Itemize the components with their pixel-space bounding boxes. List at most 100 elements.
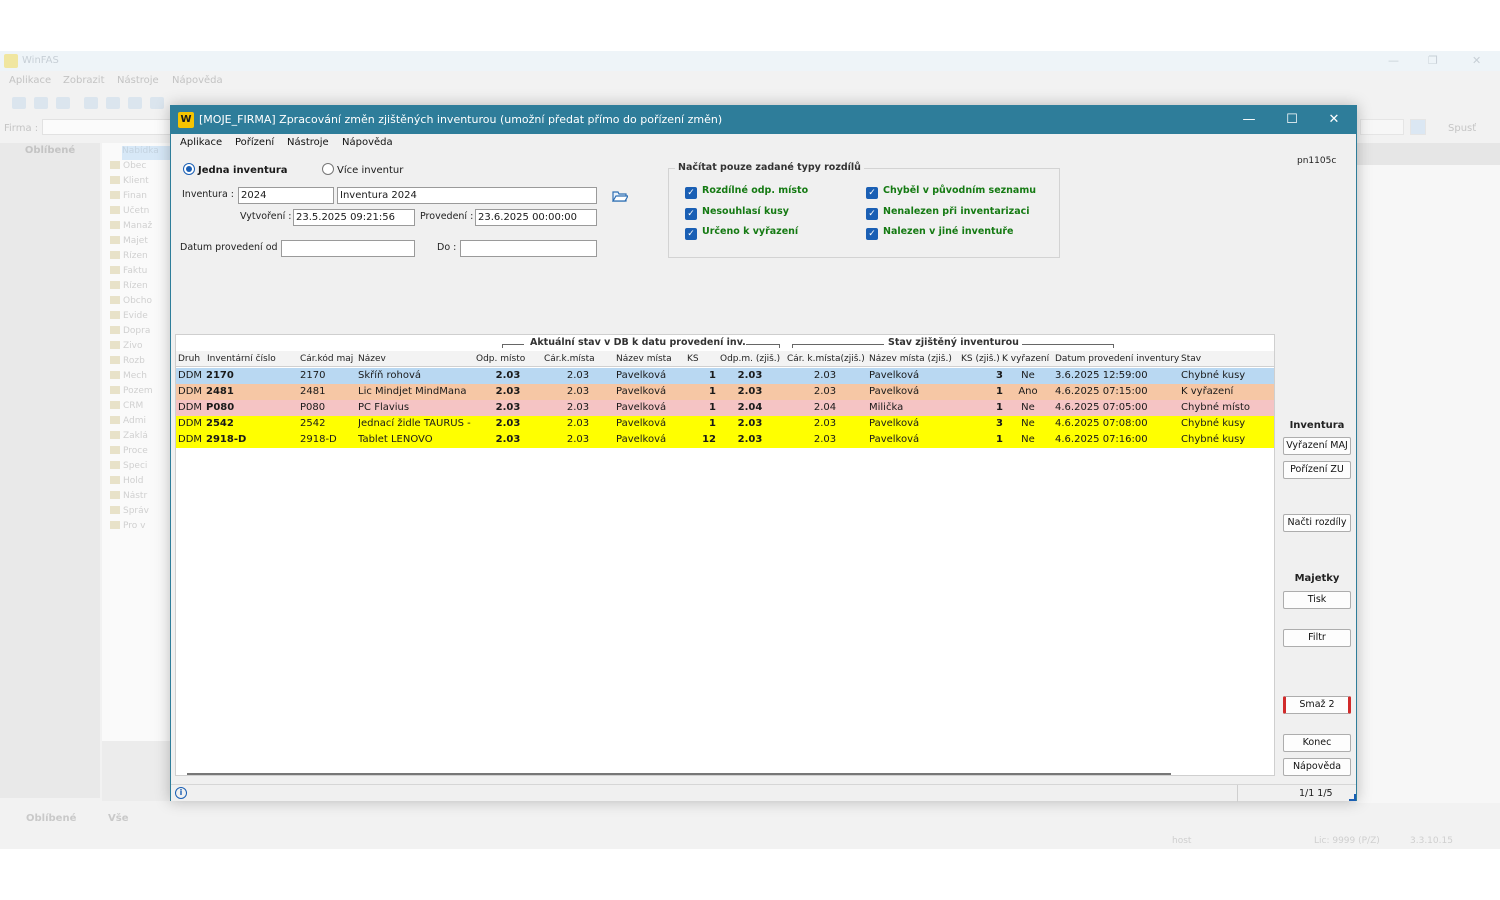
background-tree-label: Zaklá — [123, 431, 148, 441]
inventura-name-input[interactable]: Inventura 2024 — [337, 187, 597, 204]
folder-icon — [110, 161, 120, 169]
background-tree-label: CRM — [123, 401, 144, 411]
table-row[interactable]: DDM 2170 2170 Skříň rohová 2.03 2.03 Pavelková… — [176, 368, 1274, 384]
form-code: pn1105c — [1297, 156, 1337, 166]
column-header[interactable]: Čár.kód maj — [300, 354, 356, 364]
checkmark-icon: ✓ — [866, 208, 878, 220]
column-header[interactable]: Datum provedení inventury — [1055, 354, 1179, 364]
background-tree-node: Živo — [110, 341, 176, 355]
smaz-button[interactable]: Smaž 2 — [1283, 696, 1351, 714]
background-host: host — [1172, 836, 1192, 846]
napoveda-button[interactable]: Nápověda — [1283, 758, 1351, 776]
folder-icon — [110, 491, 120, 499]
column-header[interactable]: Název místa (zjiš.) — [869, 354, 959, 364]
inventura-label: Inventura : — [182, 189, 235, 200]
cell-datum: 4.6.2025 07:15:00 — [1055, 386, 1148, 397]
checkbox-urceno-k-vyrazeni[interactable]: ✓ Určeno k vyřazení — [685, 226, 798, 240]
folder-icon — [110, 356, 120, 364]
table-row[interactable]: DDM 2542 2542 Jednací židle TAURUS -2.03 2.0… — [176, 416, 1274, 432]
provedeni-input[interactable]: 23.6.2025 00:00:00 — [475, 209, 597, 226]
radio-single-inventory[interactable]: Jedna inventura — [183, 163, 288, 176]
cell-kmistaz: 2.03 — [813, 434, 837, 445]
checkbox-nesouhlasi-kusy[interactable]: ✓ Nesouhlasí kusy — [685, 206, 789, 220]
background-action-icon — [1410, 119, 1426, 135]
column-header[interactable]: Odp. místo — [476, 354, 542, 364]
cell-nmista: Pavelková — [616, 370, 667, 381]
horizontal-scrollbar[interactable] — [187, 773, 1171, 775]
toolbar-icon — [56, 97, 70, 109]
resize-grip-icon[interactable] — [1349, 794, 1356, 801]
column-header[interactable]: Název — [358, 354, 474, 364]
column-header[interactable]: KS (zjiš.) — [961, 354, 1001, 364]
column-header[interactable]: K vyřazení — [1002, 354, 1054, 364]
table-row[interactable]: DDM 2918-D 2918-D Tablet LENOVO 2.03 2.03 Pave… — [176, 432, 1274, 448]
filtr-button[interactable]: Filtr — [1283, 629, 1351, 647]
nacti-rozdily-button[interactable]: Načti rozdíly — [1283, 514, 1351, 532]
tisk-button[interactable]: Tisk — [1283, 591, 1351, 609]
datum-od-input[interactable] — [281, 240, 415, 257]
group-header-inventory: Stav zjištěný inventurou — [888, 337, 1019, 348]
differences-grid: Aktuální stav v DB k datu provedení inv.… — [175, 334, 1275, 776]
background-tree-node: Speci — [110, 461, 176, 475]
table-row[interactable]: DDM P080 P080 PC Flavius 2.03 2.03 Pavelková 1 2… — [176, 400, 1274, 416]
column-header[interactable]: Název místa — [616, 354, 684, 364]
dialog-title: [MOJE_FIRMA] Zpracování změn zjištěných … — [199, 113, 723, 126]
cell-kmista: 2.03 — [566, 434, 590, 445]
background-tree-node: Faktu — [110, 266, 176, 280]
cell-ksz: 1 — [996, 386, 1003, 397]
cell-druh: DDM — [178, 386, 203, 397]
column-header[interactable]: Čár. k.místa(zjiš.) — [787, 354, 867, 364]
konec-button[interactable]: Konec — [1283, 734, 1351, 752]
menu-napoveda[interactable]: Nápověda — [342, 137, 393, 148]
checkbox-chybel-v-puvodnim-seznamu[interactable]: ✓ Chyběl v původním seznamu — [866, 185, 1036, 199]
radio-multiple-inventories[interactable]: Více inventur — [322, 163, 403, 176]
checkbox-nenalezen-pri-inventarizaci[interactable]: ✓ Nenalezen při inventarizaci — [866, 206, 1030, 220]
checkbox-nalezen-v-jine-inventure[interactable]: ✓ Nalezen v jiné inventuře — [866, 226, 1013, 240]
menu-porizeni[interactable]: Pořízení — [235, 137, 274, 148]
vytvoreni-input[interactable]: 23.5.2025 09:21:56 — [293, 209, 415, 226]
minimize-button[interactable]: — — [1234, 110, 1264, 130]
cell-nmistaz: Milička — [869, 402, 904, 413]
cell-kmista: 2.03 — [566, 370, 590, 381]
cell-nazev: Jednací židle TAURUS - — [358, 418, 471, 429]
restore-icon: ❐ — [1428, 54, 1438, 67]
background-license: Lic: 9999 (P/Z) — [1314, 836, 1380, 846]
column-header[interactable]: Stav — [1181, 354, 1271, 364]
checkbox-rozdilne-odp-misto[interactable]: ✓ Rozdílné odp. místo — [685, 185, 808, 199]
vytvoreni-label: Vytvoření : — [240, 211, 292, 222]
checkmark-icon: ✓ — [685, 187, 697, 199]
table-row[interactable]: DDM 2481 2481 Lic Mindjet MindMana 2.03 2.03 P… — [176, 384, 1274, 400]
column-header[interactable]: Odp.m. (zjiš.) — [720, 354, 784, 364]
column-header[interactable]: KS — [687, 354, 713, 364]
bg-menu-nastroje: Nástroje — [117, 75, 159, 86]
column-header[interactable]: Čár.k.místa — [544, 354, 614, 364]
do-input[interactable] — [460, 240, 597, 257]
menu-nastroje[interactable]: Nástroje — [287, 137, 329, 148]
cell-kmistaz: 2.03 — [813, 418, 837, 429]
cell-druh: DDM — [178, 434, 203, 445]
info-icon[interactable]: i — [175, 787, 187, 799]
open-folder-icon[interactable] — [612, 189, 628, 203]
checkbox-label: Rozdílné odp. místo — [702, 185, 809, 196]
close-button[interactable]: ✕ — [1319, 110, 1349, 130]
background-tree-label: Rozb — [123, 356, 145, 366]
background-tree-node: Obec — [110, 161, 176, 175]
maximize-button[interactable]: ☐ — [1277, 110, 1307, 130]
bg-menu-napoveda: Nápověda — [172, 75, 223, 86]
column-header[interactable]: Inventární číslo — [207, 354, 299, 364]
background-firma-input — [42, 119, 172, 135]
checkbox-label: Určeno k vyřazení — [702, 226, 799, 237]
background-tree-node: Obcho — [110, 296, 176, 310]
provedeni-label: Provedení : — [420, 211, 474, 222]
cell-vyr: Ne — [1021, 402, 1035, 413]
checkbox-label: Chyběl v původním seznamu — [883, 185, 1037, 196]
vyrazeni-maj-button[interactable]: Vyřazení MAJ — [1283, 437, 1351, 455]
porizeni-zu-button[interactable]: Pořízení ZU — [1283, 461, 1351, 479]
background-dropdown — [1360, 119, 1404, 135]
cell-ks: 12 — [702, 434, 716, 445]
menu-aplikace[interactable]: Aplikace — [180, 137, 222, 148]
cell-stav: Chybné místo — [1181, 402, 1251, 413]
column-header[interactable]: Druh — [178, 354, 206, 364]
inventura-code-input[interactable]: 2024 — [238, 187, 334, 204]
cell-druh: DDM — [178, 370, 203, 381]
